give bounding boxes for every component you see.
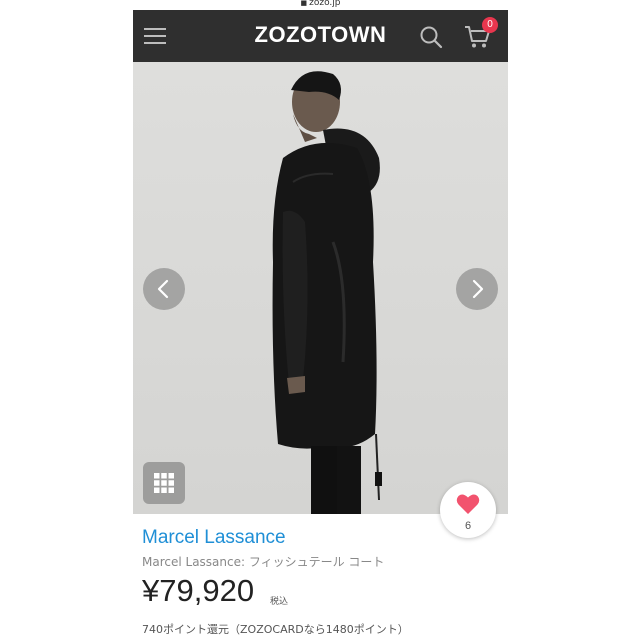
product-image[interactable] (133, 62, 508, 514)
favorite-button[interactable]: 6 (440, 482, 496, 538)
image-grid-button[interactable] (143, 462, 185, 504)
points-info: 740ポイント還元（ZOZOCARDなら1480ポイント） (142, 623, 409, 636)
grid-icon (154, 473, 174, 493)
lock-icon: ■ (300, 0, 308, 7)
url-text: zozo.jp (309, 0, 341, 8)
product-price: ¥79,920 (142, 573, 255, 608)
heart-icon (456, 494, 480, 514)
site-logo[interactable]: ZOZOTOWN (133, 22, 508, 48)
previous-image-button[interactable] (143, 268, 185, 310)
tax-label: 税込 (270, 597, 289, 607)
next-image-button[interactable] (456, 268, 498, 310)
model-photo (272, 71, 382, 514)
favorite-count: 6 (464, 520, 472, 532)
chevron-right-icon (472, 279, 484, 299)
browser-url-bar[interactable]: ■ zozo.jp (133, 0, 508, 10)
chevron-left-icon (157, 279, 169, 299)
brand-link[interactable]: Marcel Lassance (142, 527, 286, 549)
search-icon[interactable] (419, 25, 443, 49)
cart-count-badge: 0 (482, 17, 498, 33)
site-header: ZOZOTOWN 0 (133, 10, 508, 62)
product-name: Marcel Lassance: フィッシュテール コート (142, 555, 385, 569)
